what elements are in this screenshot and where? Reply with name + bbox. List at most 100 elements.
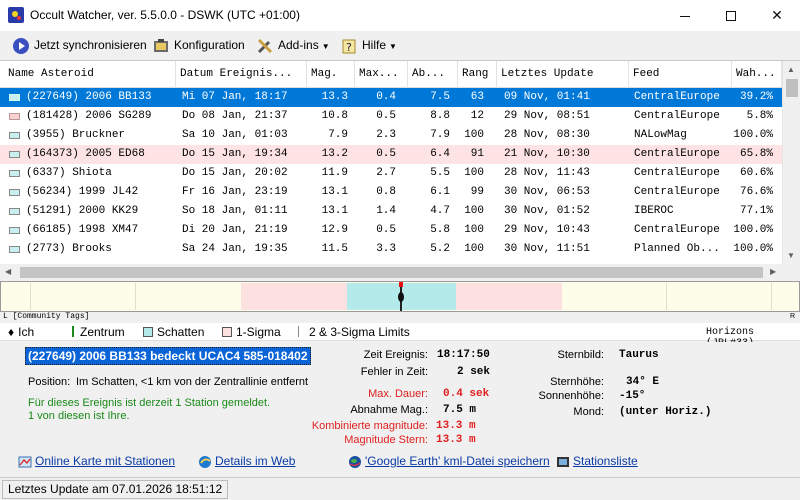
addins-menu[interactable]: Add-ins ▼ (256, 35, 330, 55)
column-header[interactable]: Ab... (408, 61, 458, 88)
status-bar: Letztes Update am 07.01.2026 18:51:12 (0, 477, 800, 500)
details-link[interactable]: Details im Web (198, 454, 295, 469)
legend-zentrum: Zentrum (72, 325, 125, 339)
column-header[interactable]: Datum Ereignis... (176, 61, 307, 88)
table-row[interactable]: (2773) Brooks Sa 24 Jan, 19:35 11.5 3.3 5.2 1… (0, 240, 782, 259)
table-row[interactable]: (6337) Shiota Do 15 Jan, 20:02 11.9 2.7 5.5 1… (0, 164, 782, 183)
cell-name: (56234) 1999 JL42 (26, 186, 139, 198)
cell-rang: 63 (470, 91, 484, 103)
status-swatch-icon (9, 208, 20, 215)
film-icon (557, 456, 569, 467)
table-row[interactable]: (3955) Bruckner Sa 10 Jan, 01:03 7.9 2.3 7.9… (0, 126, 782, 145)
cell-name: (164373) 2005 ED68 (26, 148, 145, 160)
cell-feed: CentralEurope (634, 224, 720, 236)
table-row[interactable]: (164373) 2005 ED68 Do 15 Jan, 19:34 13.2 0.… (0, 145, 782, 164)
help-menu[interactable]: ? Hilfe ▼ (340, 35, 397, 55)
cell-max: 0.8 (376, 186, 396, 198)
status-swatch-icon (9, 189, 20, 196)
cell-wah: 100.0% (733, 129, 773, 141)
sigma1-band-left (241, 283, 347, 310)
events-grid: Name Asteroid Datum Ereignis... Mag. Max...… (0, 60, 800, 280)
cell-max: 3.3 (376, 243, 396, 255)
cell-rang: 12 (470, 110, 484, 122)
table-row[interactable]: (181428) 2006 SG289 Do 08 Jan, 21:37 10.8 0… (0, 107, 782, 126)
cell-update: 21 Nov, 10:30 (504, 148, 590, 160)
maximize-button[interactable] (708, 0, 754, 31)
column-header[interactable]: Rang (458, 61, 497, 88)
fehler-value: 2 sek (457, 366, 491, 378)
cell-mag: 13.1 (321, 205, 348, 217)
cell-feed: IBEROC (634, 205, 674, 217)
grid-body: (227649) 2006 BB133 Mi 07 Jan, 18:17 13.3 0… (0, 88, 782, 263)
hscroll-thumb[interactable] (20, 267, 763, 278)
status-swatch-icon (9, 151, 20, 158)
status-swatch-icon (9, 94, 20, 101)
grid-tick (771, 283, 772, 310)
diamond-icon: ♦ (8, 325, 15, 339)
mond-label: Mond: (573, 406, 604, 418)
cell-feed: NALowMag (634, 129, 687, 141)
komb-value: 13.3 m (436, 420, 476, 432)
cell-ab: 7.9 (430, 129, 450, 141)
event-title[interactable]: (227649) 2006 BB133 bedeckt UCAC4 585-01… (25, 347, 311, 365)
column-header[interactable]: Name Asteroid (4, 61, 176, 88)
sync-icon (13, 37, 29, 54)
status-swatch-icon (9, 170, 20, 177)
shadow-swatch (143, 327, 153, 337)
cell-wah: 65.8% (739, 148, 773, 160)
cell-ab: 8.8 (430, 110, 450, 122)
status-swatch-icon (9, 227, 20, 234)
vertical-scrollbar[interactable]: ▲ ▼ (782, 61, 800, 264)
chevron-down-icon: ▼ (389, 42, 397, 51)
cell-wah: 100.0% (733, 224, 773, 236)
scroll-corner (782, 264, 800, 280)
scroll-left-icon[interactable]: ◀ (5, 267, 11, 276)
cell-mag: 13.2 (321, 148, 348, 160)
column-header[interactable]: Feed (629, 61, 732, 88)
table-row[interactable]: (51291) 2000 KK29 So 18 Jan, 01:11 13.1 1.4… (0, 202, 782, 221)
kml-link[interactable]: 'Google Earth' kml-Datei speichern (348, 454, 550, 469)
column-header[interactable]: Wah... (732, 61, 782, 88)
cell-ab: 5.2 (430, 243, 450, 255)
column-header[interactable]: Max... (355, 61, 408, 88)
cell-ab: 6.4 (430, 148, 450, 160)
abnahme-value: 7.5 m (443, 404, 477, 416)
scroll-down-icon[interactable]: ▼ (787, 251, 795, 260)
cell-name: (227649) 2006 BB133 (26, 91, 152, 103)
column-header[interactable]: Mag. (307, 61, 355, 88)
sternbild-label: Sternbild: (557, 349, 604, 361)
scroll-thumb[interactable] (786, 79, 798, 97)
cell-name: (2773) Brooks (26, 243, 112, 255)
cell-mag: 12.9 (321, 224, 348, 236)
cell-date: Sa 10 Jan, 01:03 (182, 129, 288, 141)
cell-max: 2.7 (376, 167, 396, 179)
scroll-up-icon[interactable]: ▲ (787, 65, 795, 74)
map-link[interactable]: Online Karte mit Stationen (18, 454, 175, 469)
table-row[interactable]: (56234) 1999 JL42 Fr 16 Jan, 23:19 13.1 0.8… (0, 183, 782, 202)
minimize-icon (680, 15, 690, 17)
scroll-right-icon[interactable]: ▶ (770, 267, 776, 276)
cell-mag: 13.3 (321, 91, 348, 103)
stationsliste-link[interactable]: Stationsliste (556, 454, 638, 469)
config-button[interactable]: Konfiguration (152, 35, 245, 55)
fehler-label: Fehler in Zeit: (360, 366, 428, 378)
sternhoehe-value: 34° E (626, 376, 660, 388)
cell-ab: 6.1 (430, 186, 450, 198)
sync-button[interactable]: Jetzt synchronisieren (12, 35, 147, 55)
column-header[interactable]: Letztes Update (497, 61, 629, 88)
cell-rang: 100 (464, 205, 484, 217)
cell-mag: 13.1 (321, 186, 348, 198)
svg-text:?: ? (346, 41, 352, 54)
map-icon (18, 456, 32, 468)
table-row[interactable]: (66185) 1998 XM47 Di 20 Jan, 21:19 12.9 0.5… (0, 221, 782, 240)
mond-value: (unter Horiz.) (619, 406, 712, 418)
horizontal-scrollbar[interactable]: ◀ ▶ (0, 264, 782, 280)
position-value: Im Schatten, <1 km von der Zentrallinie … (76, 376, 309, 388)
cell-rang: 100 (464, 129, 484, 141)
table-row[interactable]: (227649) 2006 BB133 Mi 07 Jan, 18:17 13.3 0… (0, 88, 782, 107)
cell-update: 29 Nov, 10:43 (504, 224, 590, 236)
minimize-button[interactable] (662, 0, 708, 31)
event-details: (227649) 2006 BB133 bedeckt UCAC4 585-01… (0, 342, 800, 476)
close-button[interactable]: ✕ (754, 0, 800, 31)
cell-mag: 10.8 (321, 110, 348, 122)
